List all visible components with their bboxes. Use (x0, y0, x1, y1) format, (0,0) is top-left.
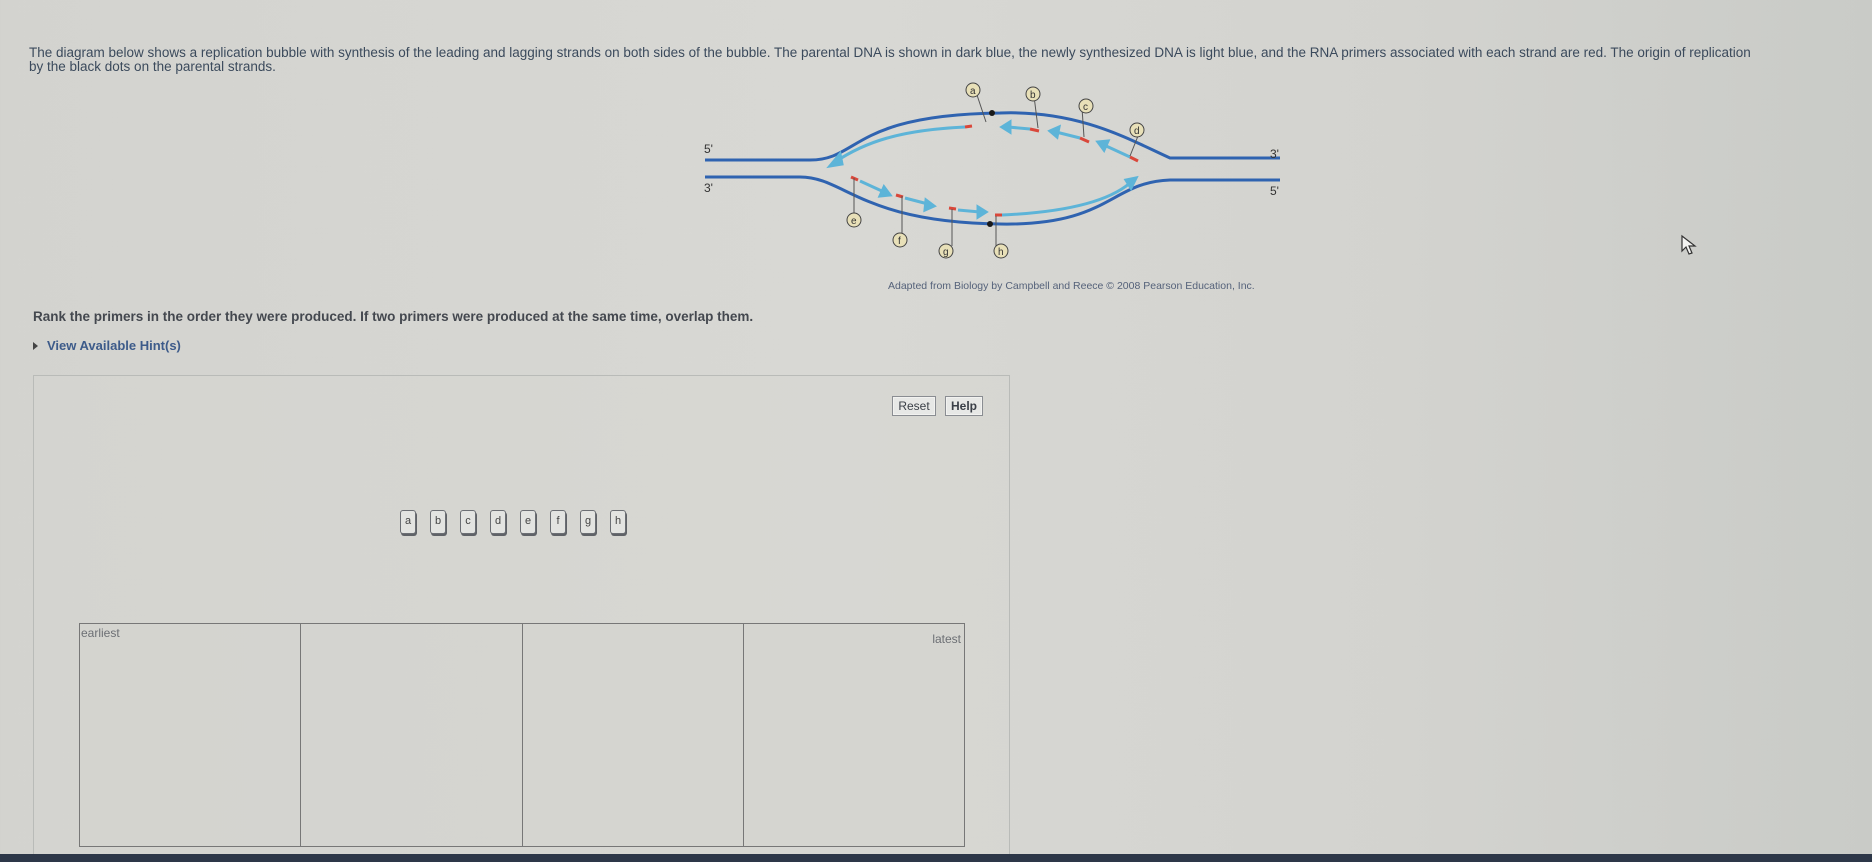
arrowhead (976, 204, 989, 220)
origin-dot-top (989, 110, 995, 116)
primer-g-mark (948, 206, 957, 211)
primer-pointer-lines (853, 91, 1139, 246)
primer-label-e: e (846, 212, 862, 228)
answer-chip-bank: a b c d e f g h (400, 510, 626, 534)
question-instruction: Rank the primers in the order they were … (33, 309, 754, 324)
chip-c[interactable]: c (460, 510, 476, 534)
primer-label-d: d (1129, 122, 1145, 138)
primer-d-mark (1129, 155, 1139, 163)
chip-b[interactable]: b (430, 510, 446, 534)
lagging-fragment-bottom-1 (859, 179, 885, 194)
svg-text:c: c (1083, 102, 1088, 113)
arrowhead (877, 184, 893, 198)
svg-text:h: h (998, 247, 1004, 258)
chip-a[interactable]: a (400, 510, 416, 534)
view-hints-toggle[interactable]: View Available Hint(s) (33, 338, 181, 353)
parental-strand-bottom (705, 175, 1280, 226)
help-button[interactable]: Help (945, 396, 983, 416)
chip-h[interactable]: h (610, 510, 626, 534)
ranking-bin-3[interactable] (523, 624, 744, 846)
primer-b-mark (1029, 127, 1040, 133)
chip-g[interactable]: g (580, 510, 596, 534)
top-left-end-label: 5' (704, 142, 713, 156)
figure-credit: Adapted from Biology by Campbell and Ree… (888, 280, 1255, 292)
svg-text:d: d (1134, 126, 1140, 137)
arrowhead (999, 119, 1012, 135)
ranking-bin-1[interactable]: earliest (80, 624, 302, 846)
arrowhead (1047, 124, 1062, 140)
mouse-cursor-icon (1681, 234, 1697, 255)
primer-label-f: f (892, 232, 908, 248)
top-right-end-label: 3' (1270, 147, 1279, 161)
ranking-bin-2[interactable] (301, 624, 523, 846)
reset-button[interactable]: Reset (892, 396, 936, 416)
bottom-bar (0, 854, 1872, 862)
svg-text:f: f (898, 236, 901, 247)
expand-triangle-icon (33, 341, 38, 350)
chip-d[interactable]: d (490, 510, 506, 534)
ranking-bins: earliest latest (79, 623, 965, 847)
primer-label-a: a (965, 82, 981, 98)
arrowhead (1095, 139, 1111, 153)
chip-e[interactable]: e (520, 510, 536, 534)
replication-bubble-diagram: 5' 3' 3' 5' a b c d e f g h (704, 82, 1280, 259)
primer-label-b: b (1025, 86, 1041, 102)
svg-text:e: e (851, 216, 857, 227)
origin-dot-bottom (987, 221, 993, 227)
primer-label-c: c (1078, 98, 1094, 114)
lagging-fragment-top-2 (1055, 130, 1081, 140)
primer-label-g: g (938, 243, 954, 259)
chip-f[interactable]: f (550, 510, 566, 534)
bottom-left-end-label: 3' (704, 181, 713, 195)
intro-line-1: The diagram below shows a replication bu… (29, 45, 1751, 60)
primer-label-h: h (993, 243, 1009, 259)
lagging-fragment-top-3 (1103, 143, 1131, 159)
arrowhead (923, 197, 937, 213)
latest-label: latest (932, 632, 961, 646)
svg-text:g: g (943, 247, 949, 258)
primer-a-mark (964, 124, 973, 129)
svg-text:b: b (1030, 90, 1036, 101)
bottom-right-end-label: 5' (1270, 184, 1279, 198)
svg-text:a: a (970, 86, 976, 97)
ranking-bin-4[interactable]: latest (744, 624, 964, 846)
primer-c-mark (1079, 136, 1090, 144)
parental-strand-top (705, 111, 1280, 162)
view-hints-label: View Available Hint(s) (47, 338, 181, 353)
earliest-label: earliest (81, 626, 120, 640)
